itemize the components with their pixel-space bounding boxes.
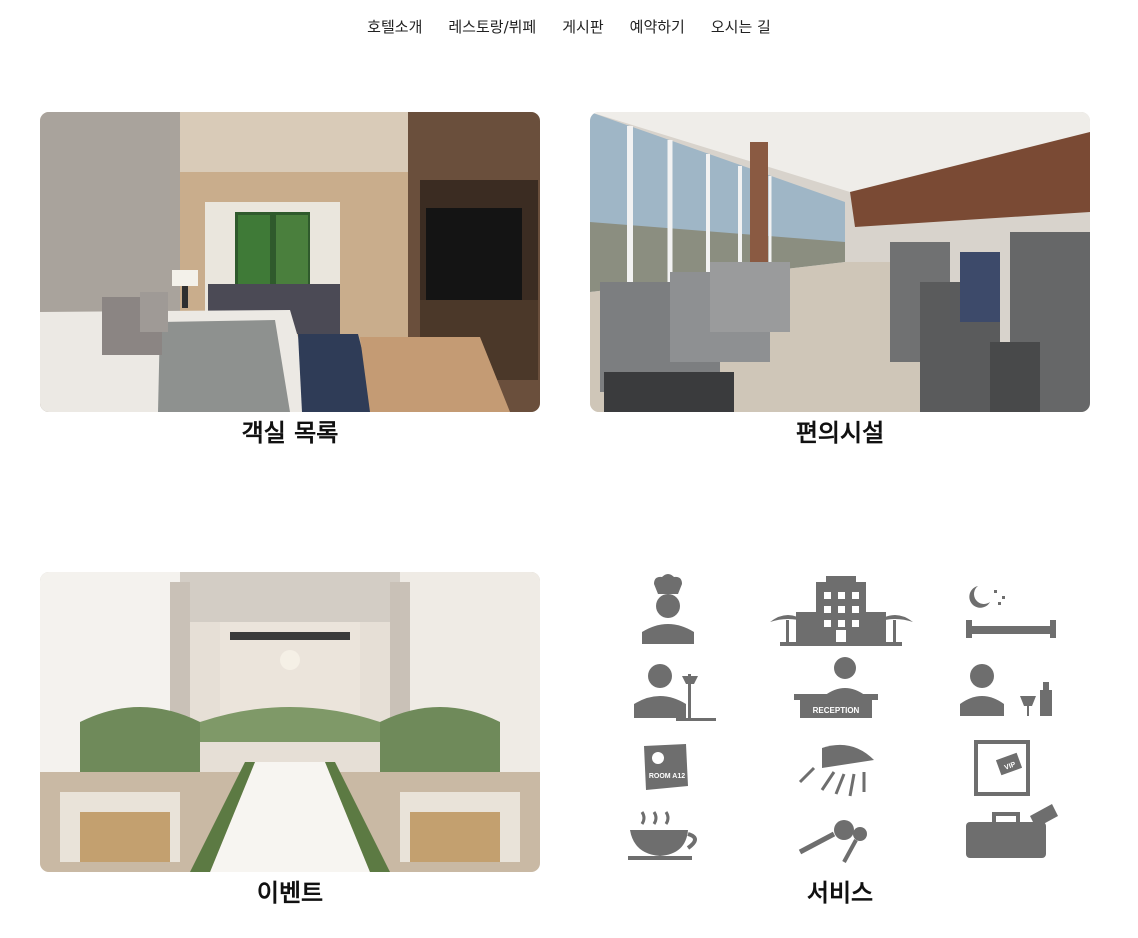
top-navigation: 호텔소개 레스토랑/뷔페 게시판 예약하기 오시는 길	[0, 16, 1138, 38]
services-photo[interactable]: RECEPTION ROOM A12 VIP	[590, 572, 1090, 872]
card-services[interactable]: RECEPTION ROOM A12 VIP 서비스	[590, 572, 1090, 910]
reception-sign-text: RECEPTION	[813, 706, 860, 715]
hotel-room-image	[40, 112, 540, 412]
rooms-photo[interactable]	[40, 112, 540, 412]
nav-board[interactable]: 게시판	[562, 16, 603, 38]
facilities-photo[interactable]	[590, 112, 1090, 412]
door-hanger-icon	[644, 744, 688, 790]
card-rooms[interactable]: 객실 목록	[40, 112, 540, 450]
service-icons-image: RECEPTION ROOM A12 VIP	[590, 572, 1090, 872]
room-tag-text: ROOM A12	[649, 773, 685, 780]
facilities-caption[interactable]: 편의시설	[590, 416, 1090, 450]
nav-directions[interactable]: 오시는 길	[711, 16, 771, 38]
fitness-center-image	[590, 112, 1090, 412]
rooms-caption[interactable]: 객실 목록	[40, 416, 540, 450]
services-caption[interactable]: 서비스	[590, 876, 1090, 910]
events-caption[interactable]: 이벤트	[40, 876, 540, 910]
events-photo[interactable]	[40, 572, 540, 872]
card-facilities[interactable]: 편의시설	[590, 112, 1090, 450]
wedding-hall-image	[40, 572, 540, 872]
nav-hotel-intro[interactable]: 호텔소개	[367, 16, 422, 38]
nav-reservation[interactable]: 예약하기	[630, 16, 685, 38]
card-events[interactable]: 이벤트	[40, 572, 540, 910]
nav-restaurant-buffet[interactable]: 레스토랑/뷔페	[448, 16, 536, 38]
